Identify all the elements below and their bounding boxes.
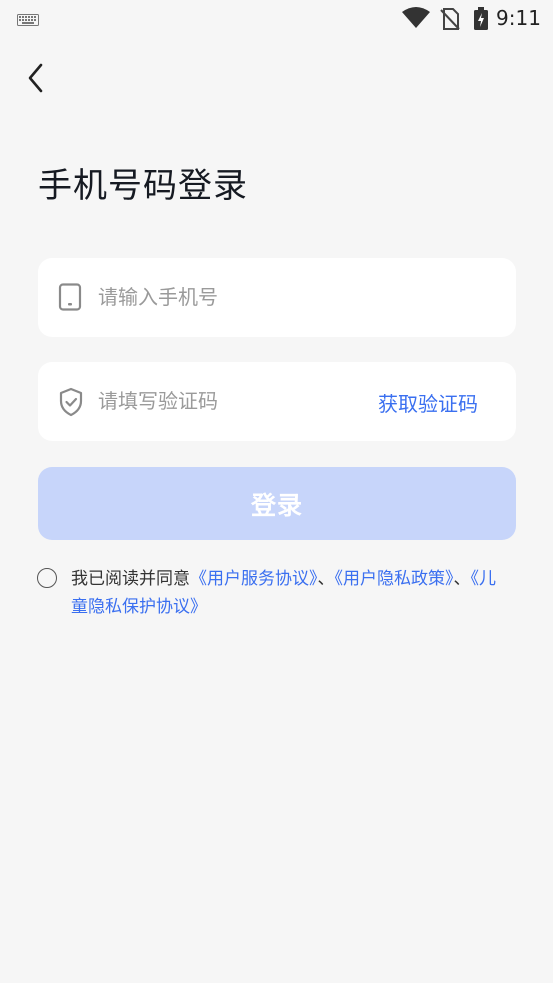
keyboard-icon (17, 11, 39, 30)
status-time: 9:11 (496, 6, 541, 30)
shield-check-icon (58, 387, 84, 421)
page-title: 手机号码登录 (38, 166, 248, 206)
chevron-left-icon (26, 62, 46, 98)
agreement-checkbox[interactable] (37, 568, 57, 588)
agreement-text: 我已阅读并同意《用户服务协议》、《用户隐私政策》、《儿童隐私保护协议》 (71, 565, 501, 621)
agreement-separator: 、 (453, 569, 471, 589)
agreement-prefix: 我已阅读并同意 (71, 569, 190, 589)
no-sim-icon (440, 7, 460, 35)
code-field-card[interactable]: 获取验证码 (38, 362, 516, 441)
get-code-button[interactable]: 获取验证码 (378, 388, 478, 417)
phone-icon (58, 283, 82, 315)
battery-charging-icon (473, 7, 489, 35)
verification-code-input[interactable] (98, 382, 358, 420)
phone-field-card[interactable] (38, 258, 516, 337)
status-bar: 9:11 (0, 0, 553, 38)
wifi-icon (401, 7, 431, 33)
phone-input[interactable] (98, 278, 488, 316)
agreement-separator: 、 (317, 569, 335, 589)
user-service-agreement-link[interactable]: 《用户服务协议》 (190, 569, 318, 589)
privacy-policy-link[interactable]: 《用户隐私政策》 (335, 569, 454, 589)
login-button[interactable]: 登录 (38, 467, 516, 540)
back-button[interactable] (18, 60, 54, 100)
